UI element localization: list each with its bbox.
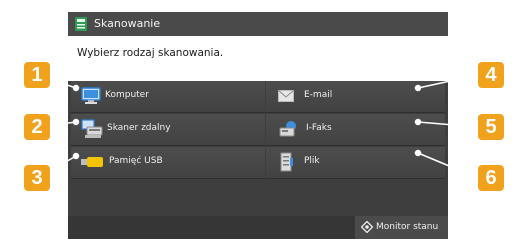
callout-dot-1 — [72, 84, 80, 92]
callout-line-6 — [417, 152, 479, 179]
callout-dot-2 — [72, 118, 80, 126]
callout-line-5 — [417, 121, 479, 128]
callout-badge-4: 4 — [478, 62, 504, 88]
callout-dot-4 — [414, 84, 422, 92]
callout-badge-3: 3 — [24, 165, 50, 191]
callout-badge-1: 1 — [24, 62, 50, 88]
callout-badge-6: 6 — [478, 165, 504, 191]
callout-line-4 — [417, 74, 479, 89]
callout-dot-6 — [414, 149, 422, 157]
callout-badge-5: 5 — [478, 114, 504, 140]
callout-badge-2: 2 — [24, 114, 50, 140]
callout-leaders — [37, 74, 479, 179]
callout-dot-5 — [414, 118, 422, 126]
callout-dot-3 — [72, 152, 80, 160]
